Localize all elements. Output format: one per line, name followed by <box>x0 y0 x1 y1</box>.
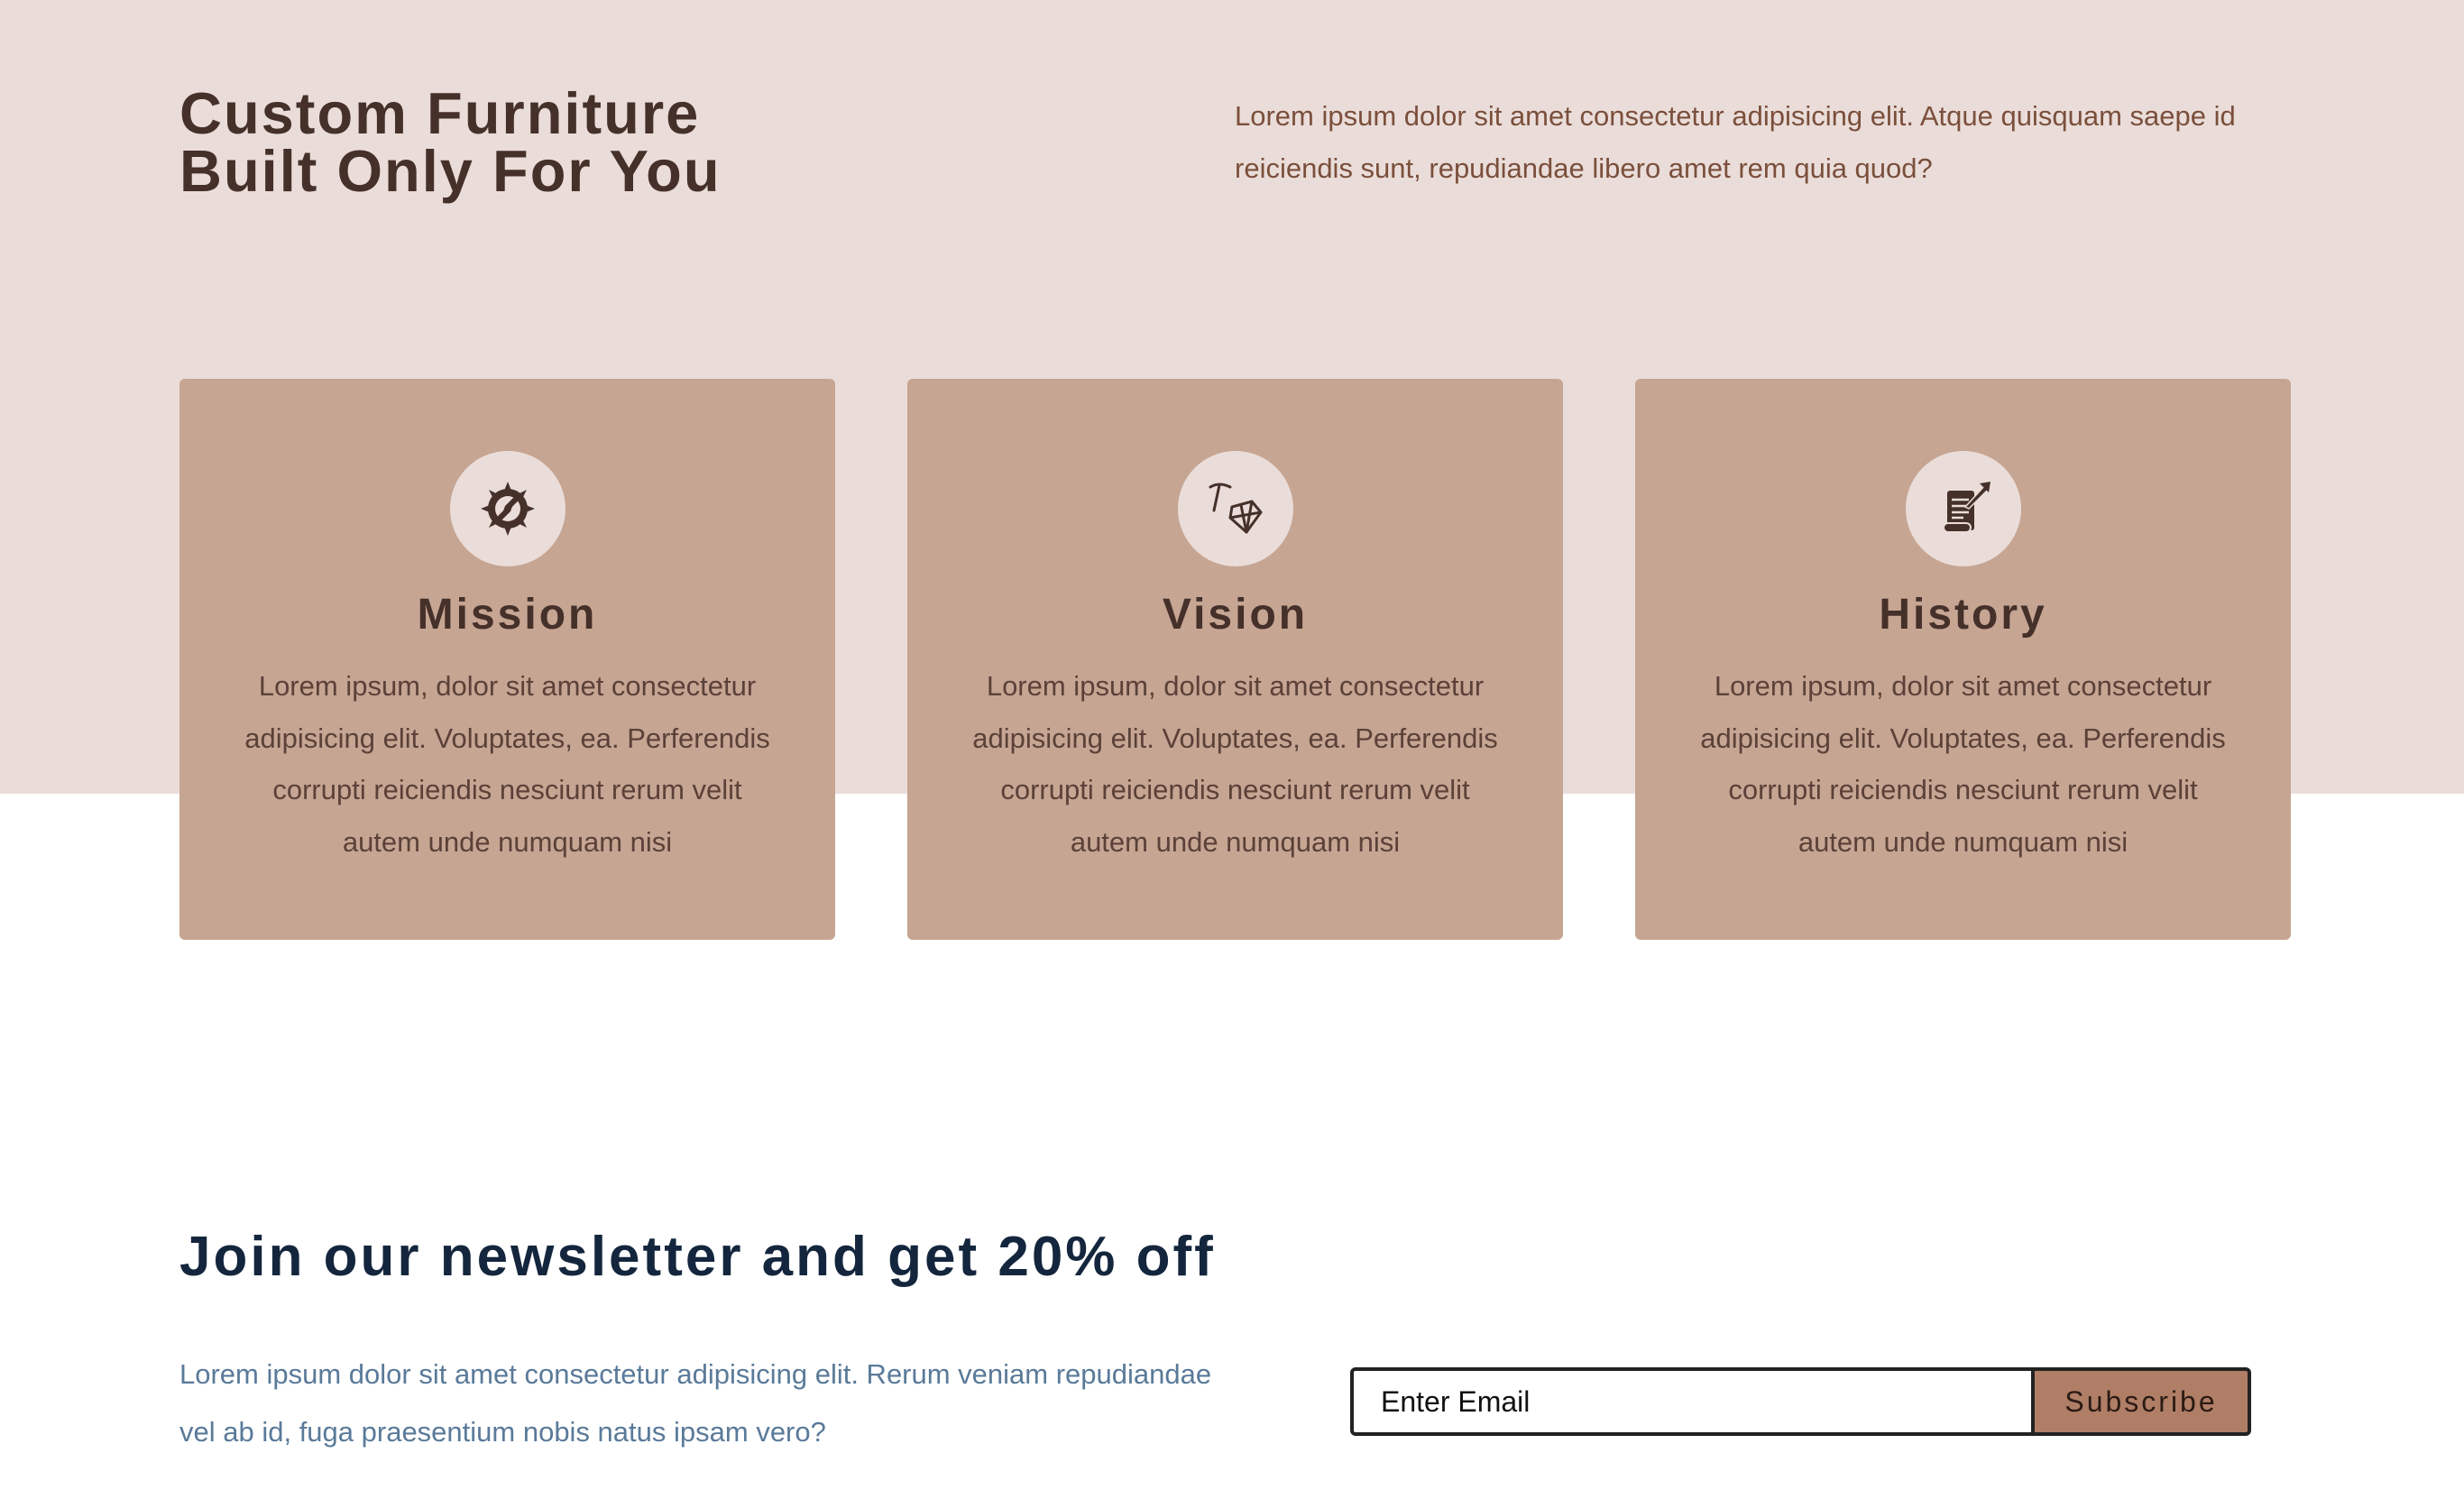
card-text-history: Lorem ipsum, dolor sit amet consectetur … <box>1700 670 2226 858</box>
newsletter-description: Lorem ipsum dolor sit amet consectetur a… <box>179 1358 1212 1448</box>
subscribe-button[interactable]: Subscribe <box>2035 1367 2251 1436</box>
card-title-vision: Vision <box>1162 591 1309 639</box>
hero-title-line-2: Built Only For You <box>179 138 722 204</box>
card-title-mission: Mission <box>417 591 598 639</box>
hero-description: Lorem ipsum dolor sit amet consectetur a… <box>1235 100 2236 184</box>
newsletter-title: Join our newsletter and get 20% off <box>179 1226 1216 1288</box>
newsletter-form: Subscribe <box>1350 1367 2251 1436</box>
scroll-quill-icon <box>1906 451 2021 566</box>
card-text-vision: Lorem ipsum, dolor sit amet consectetur … <box>972 670 1498 858</box>
mission-card: Mission Lorem ipsum, dolor sit amet cons… <box>179 379 835 940</box>
vision-card: Vision Lorem ipsum, dolor sit amet conse… <box>907 379 1563 940</box>
compass-icon <box>450 451 565 566</box>
card-title-history: History <box>1879 591 2047 639</box>
card-text-mission: Lorem ipsum, dolor sit amet consectetur … <box>244 670 770 858</box>
email-input[interactable] <box>1350 1367 2035 1436</box>
history-card: History Lorem ipsum, dolor sit amet cons… <box>1635 379 2291 940</box>
hero-title-line-1: Custom Furniture <box>179 80 701 146</box>
hero-title: Custom Furniture Built Only For You <box>179 80 722 204</box>
gem-pickaxe-icon <box>1178 451 1293 566</box>
